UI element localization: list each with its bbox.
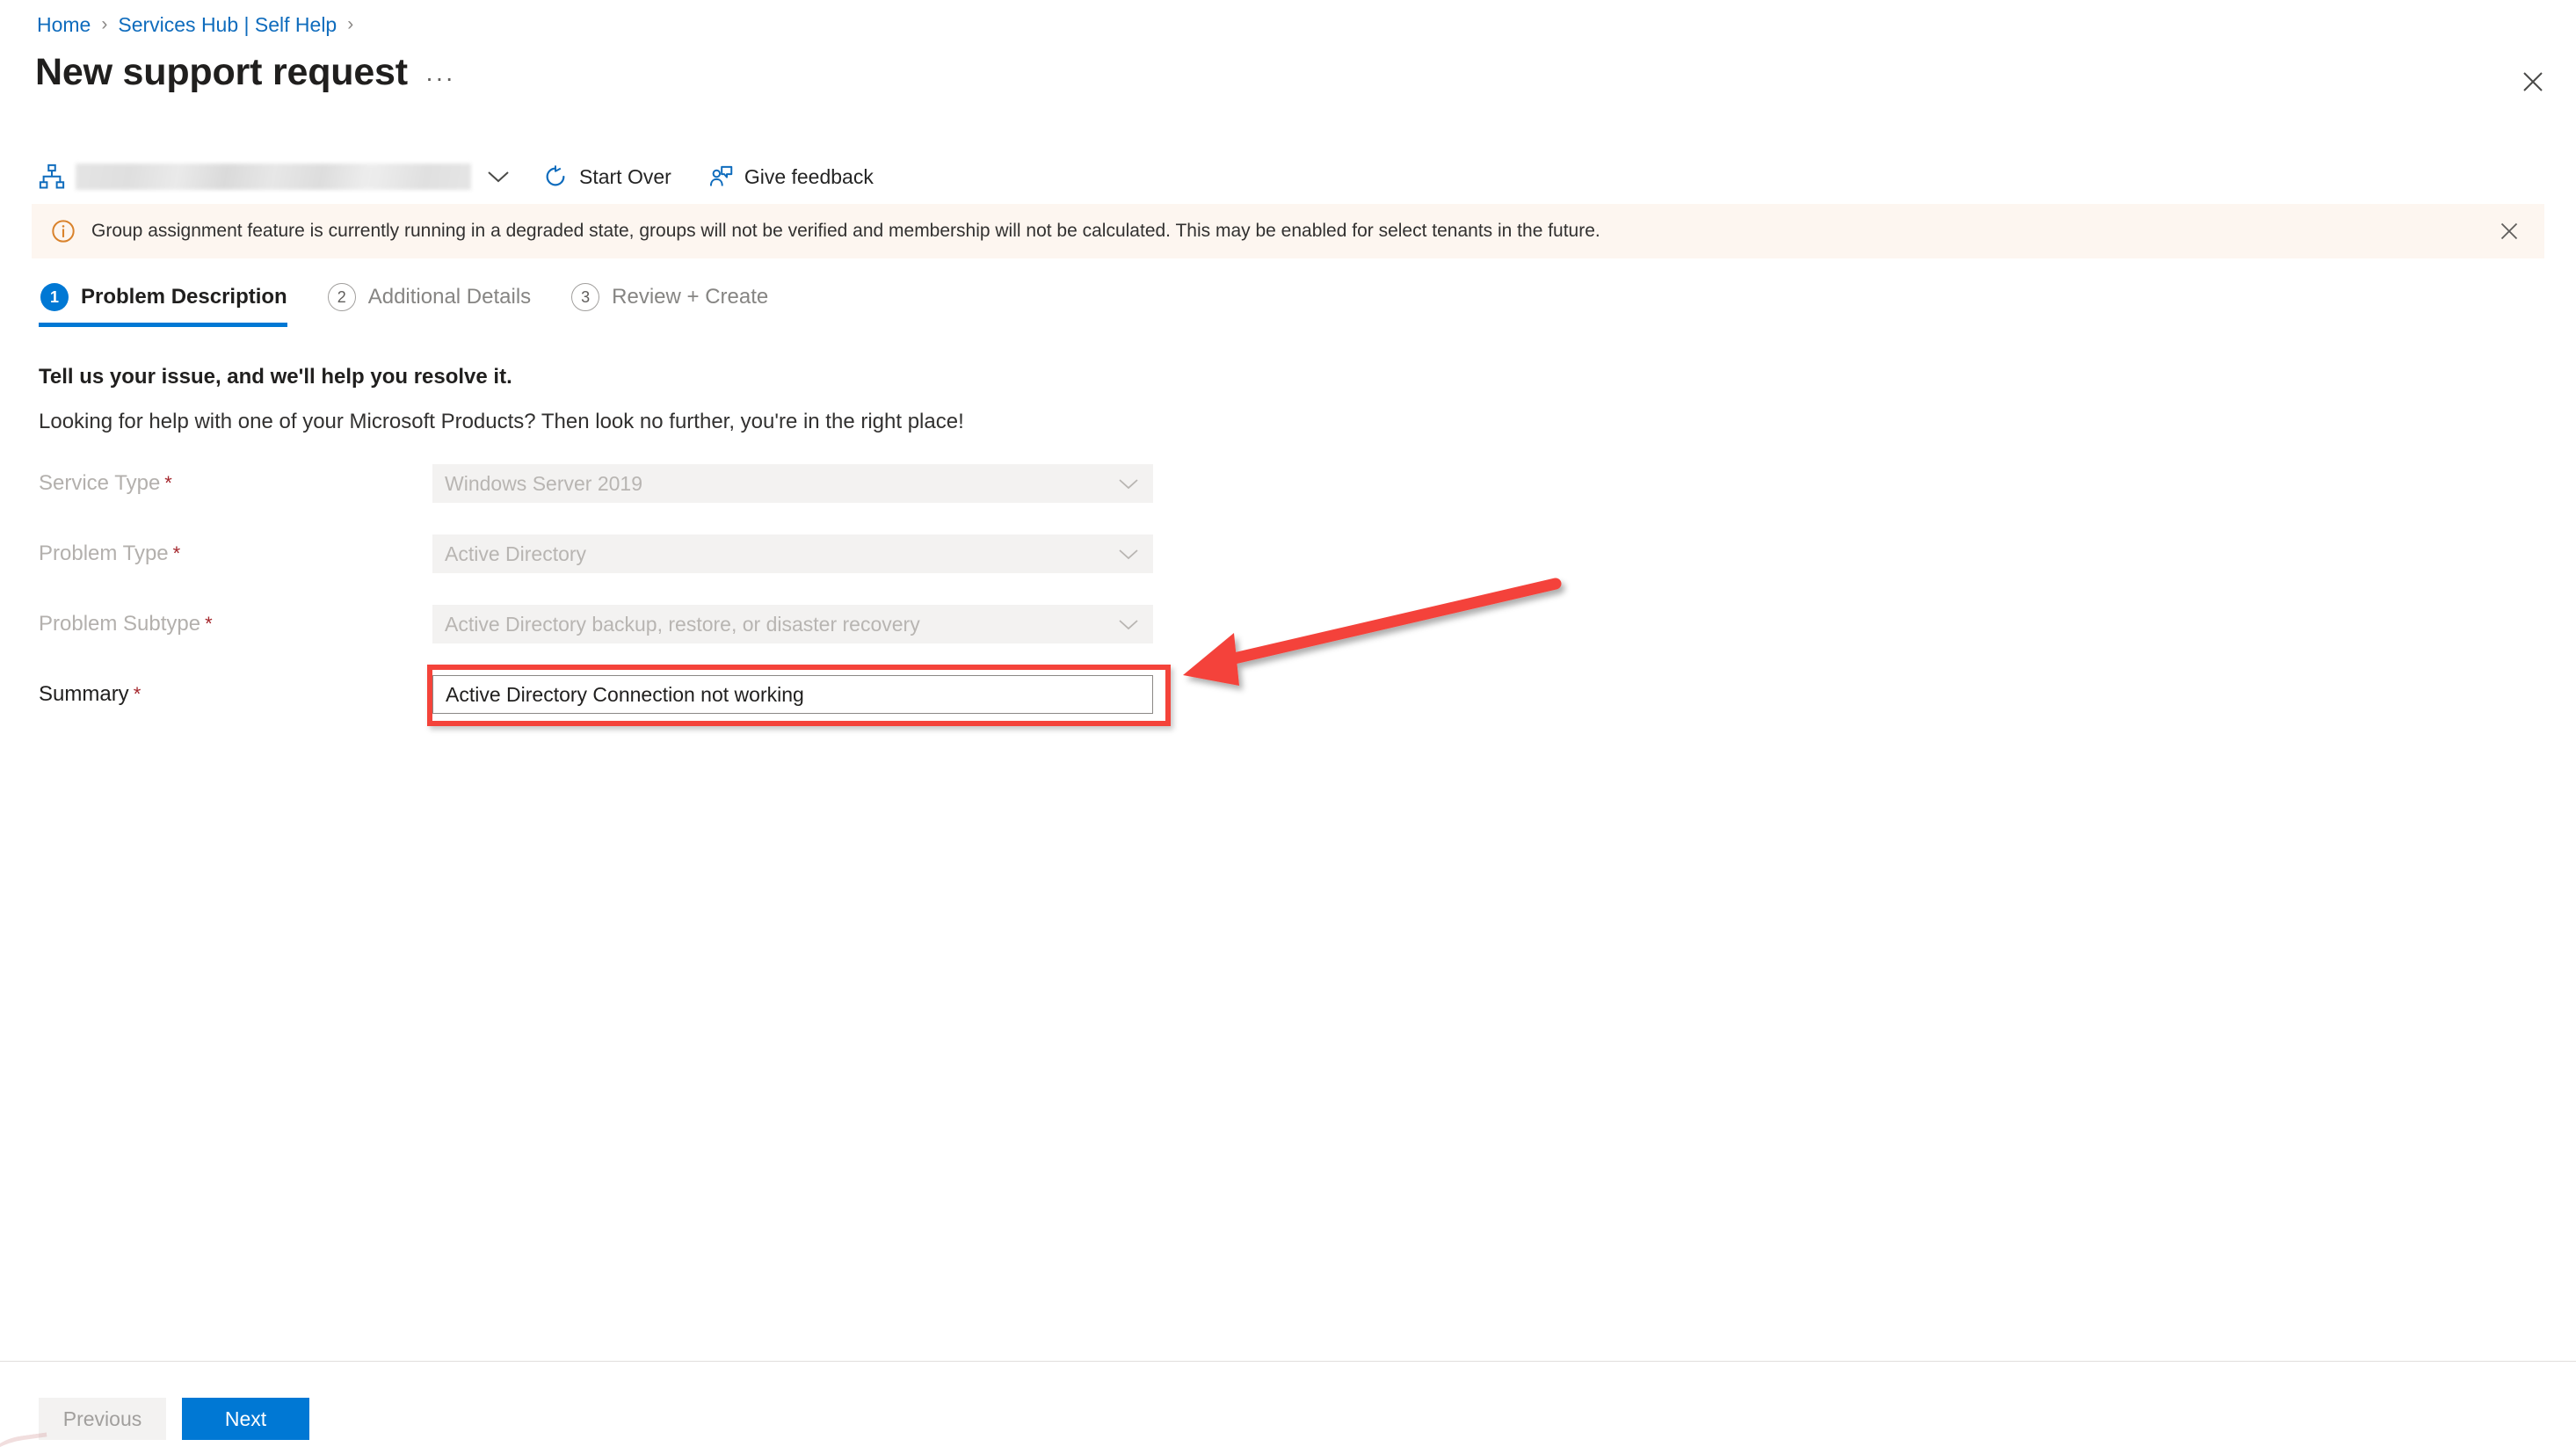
close-blade-button[interactable] (2514, 63, 2551, 100)
required-marker: * (205, 613, 213, 635)
start-over-button[interactable]: Start Over (531, 157, 684, 196)
tab-review-create[interactable]: 3 Review + Create (570, 280, 784, 327)
footer-divider (0, 1361, 2576, 1362)
field-problem-subtype: Problem Subtype * Active Directory backup… (39, 605, 1181, 643)
new-support-request-page: Home › Services Hub | Self Help › New su… (0, 0, 2576, 1454)
label-problem-subtype-text: Problem Subtype (39, 612, 201, 636)
label-summary: Summary * (39, 682, 432, 707)
problem-type-value: Active Directory (445, 542, 587, 565)
previous-button[interactable]: Previous (39, 1398, 166, 1440)
label-service-type: Service Type * (39, 471, 432, 496)
breadcrumb-separator-icon: › (101, 14, 108, 34)
label-problem-type-text: Problem Type (39, 542, 169, 565)
page-title-row: New support request ··· (35, 49, 455, 95)
breadcrumb-item-services-hub-self-help[interactable]: Services Hub | Self Help (118, 12, 337, 37)
label-problem-type: Problem Type * (39, 542, 432, 566)
arrow-shape (1183, 578, 1562, 686)
step-number-1: 1 (40, 283, 69, 311)
pointer-arrow-annotation (1183, 578, 1562, 686)
breadcrumb-item-home[interactable]: Home (37, 12, 91, 37)
intro-heading: Tell us your issue, and we'll help you r… (39, 365, 512, 389)
chevron-down-icon (1119, 549, 1138, 559)
tenant-picker-caret[interactable] (478, 159, 519, 194)
chevron-down-icon (1119, 478, 1138, 489)
page-corner-artifact (0, 1432, 52, 1454)
feedback-person-icon (709, 165, 733, 186)
intro-subheading: Looking for help with one of your Micros… (39, 410, 964, 433)
banner-dismiss-button[interactable] (2492, 214, 2527, 249)
problem-type-select[interactable]: Active Directory (432, 534, 1153, 573)
more-options-button[interactable]: ··· (425, 57, 455, 91)
summary-input[interactable] (432, 675, 1153, 714)
required-marker: * (164, 472, 172, 494)
label-summary-text: Summary (39, 682, 129, 706)
info-circle-icon (52, 220, 75, 243)
step-number-3: 3 (571, 283, 600, 311)
required-marker: * (172, 542, 181, 564)
page-title: New support request (35, 51, 408, 93)
give-feedback-button[interactable]: Give feedback (696, 157, 886, 196)
problem-subtype-value: Active Directory backup, restore, or dis… (445, 612, 920, 636)
tab-additional-details[interactable]: 2 Additional Details (326, 280, 547, 327)
degraded-state-banner: Group assignment feature is currently ru… (32, 204, 2544, 258)
field-problem-type: Problem Type * Active Directory (39, 534, 1181, 573)
problem-subtype-select[interactable]: Active Directory backup, restore, or dis… (432, 605, 1153, 643)
step-number-2: 2 (327, 283, 356, 311)
org-hierarchy-icon (39, 164, 65, 189)
banner-message: Group assignment feature is currently ru… (91, 221, 1600, 241)
chevron-down-icon (1119, 619, 1138, 629)
next-button[interactable]: Next (182, 1398, 309, 1440)
step-label-review-create: Review + Create (612, 285, 769, 309)
field-service-type: Service Type * Windows Server 2019 (39, 464, 1181, 503)
close-icon (2523, 72, 2543, 91)
start-over-label: Start Over (579, 164, 671, 188)
label-service-type-text: Service Type (39, 471, 161, 495)
command-toolbar: Start Over Give feedback (0, 154, 2576, 200)
breadcrumb-separator-trailing-icon: › (347, 14, 354, 34)
wizard-footer: Previous Next (39, 1398, 309, 1440)
service-type-select[interactable]: Windows Server 2019 (432, 464, 1153, 503)
refresh-icon (546, 165, 565, 186)
required-marker: * (133, 683, 141, 705)
close-icon (2500, 222, 2518, 240)
service-type-value: Windows Server 2019 (445, 471, 642, 495)
give-feedback-label: Give feedback (744, 164, 874, 188)
field-summary: Summary * (39, 665, 1181, 726)
tenant-picker[interactable] (39, 157, 471, 196)
chevron-down-icon (488, 171, 509, 183)
tab-problem-description[interactable]: 1 Problem Description (39, 280, 303, 327)
breadcrumb: Home › Services Hub | Self Help › (37, 12, 364, 37)
wizard-steps: 1 Problem Description 2 Additional Detai… (39, 280, 807, 327)
label-problem-subtype: Problem Subtype * (39, 612, 432, 636)
step-label-additional-details: Additional Details (367, 285, 532, 309)
problem-description-form: Service Type * Windows Server 2019 Proble… (39, 464, 1181, 745)
tenant-name-redacted (76, 164, 471, 190)
step-label-problem-description: Problem Description (81, 285, 287, 309)
